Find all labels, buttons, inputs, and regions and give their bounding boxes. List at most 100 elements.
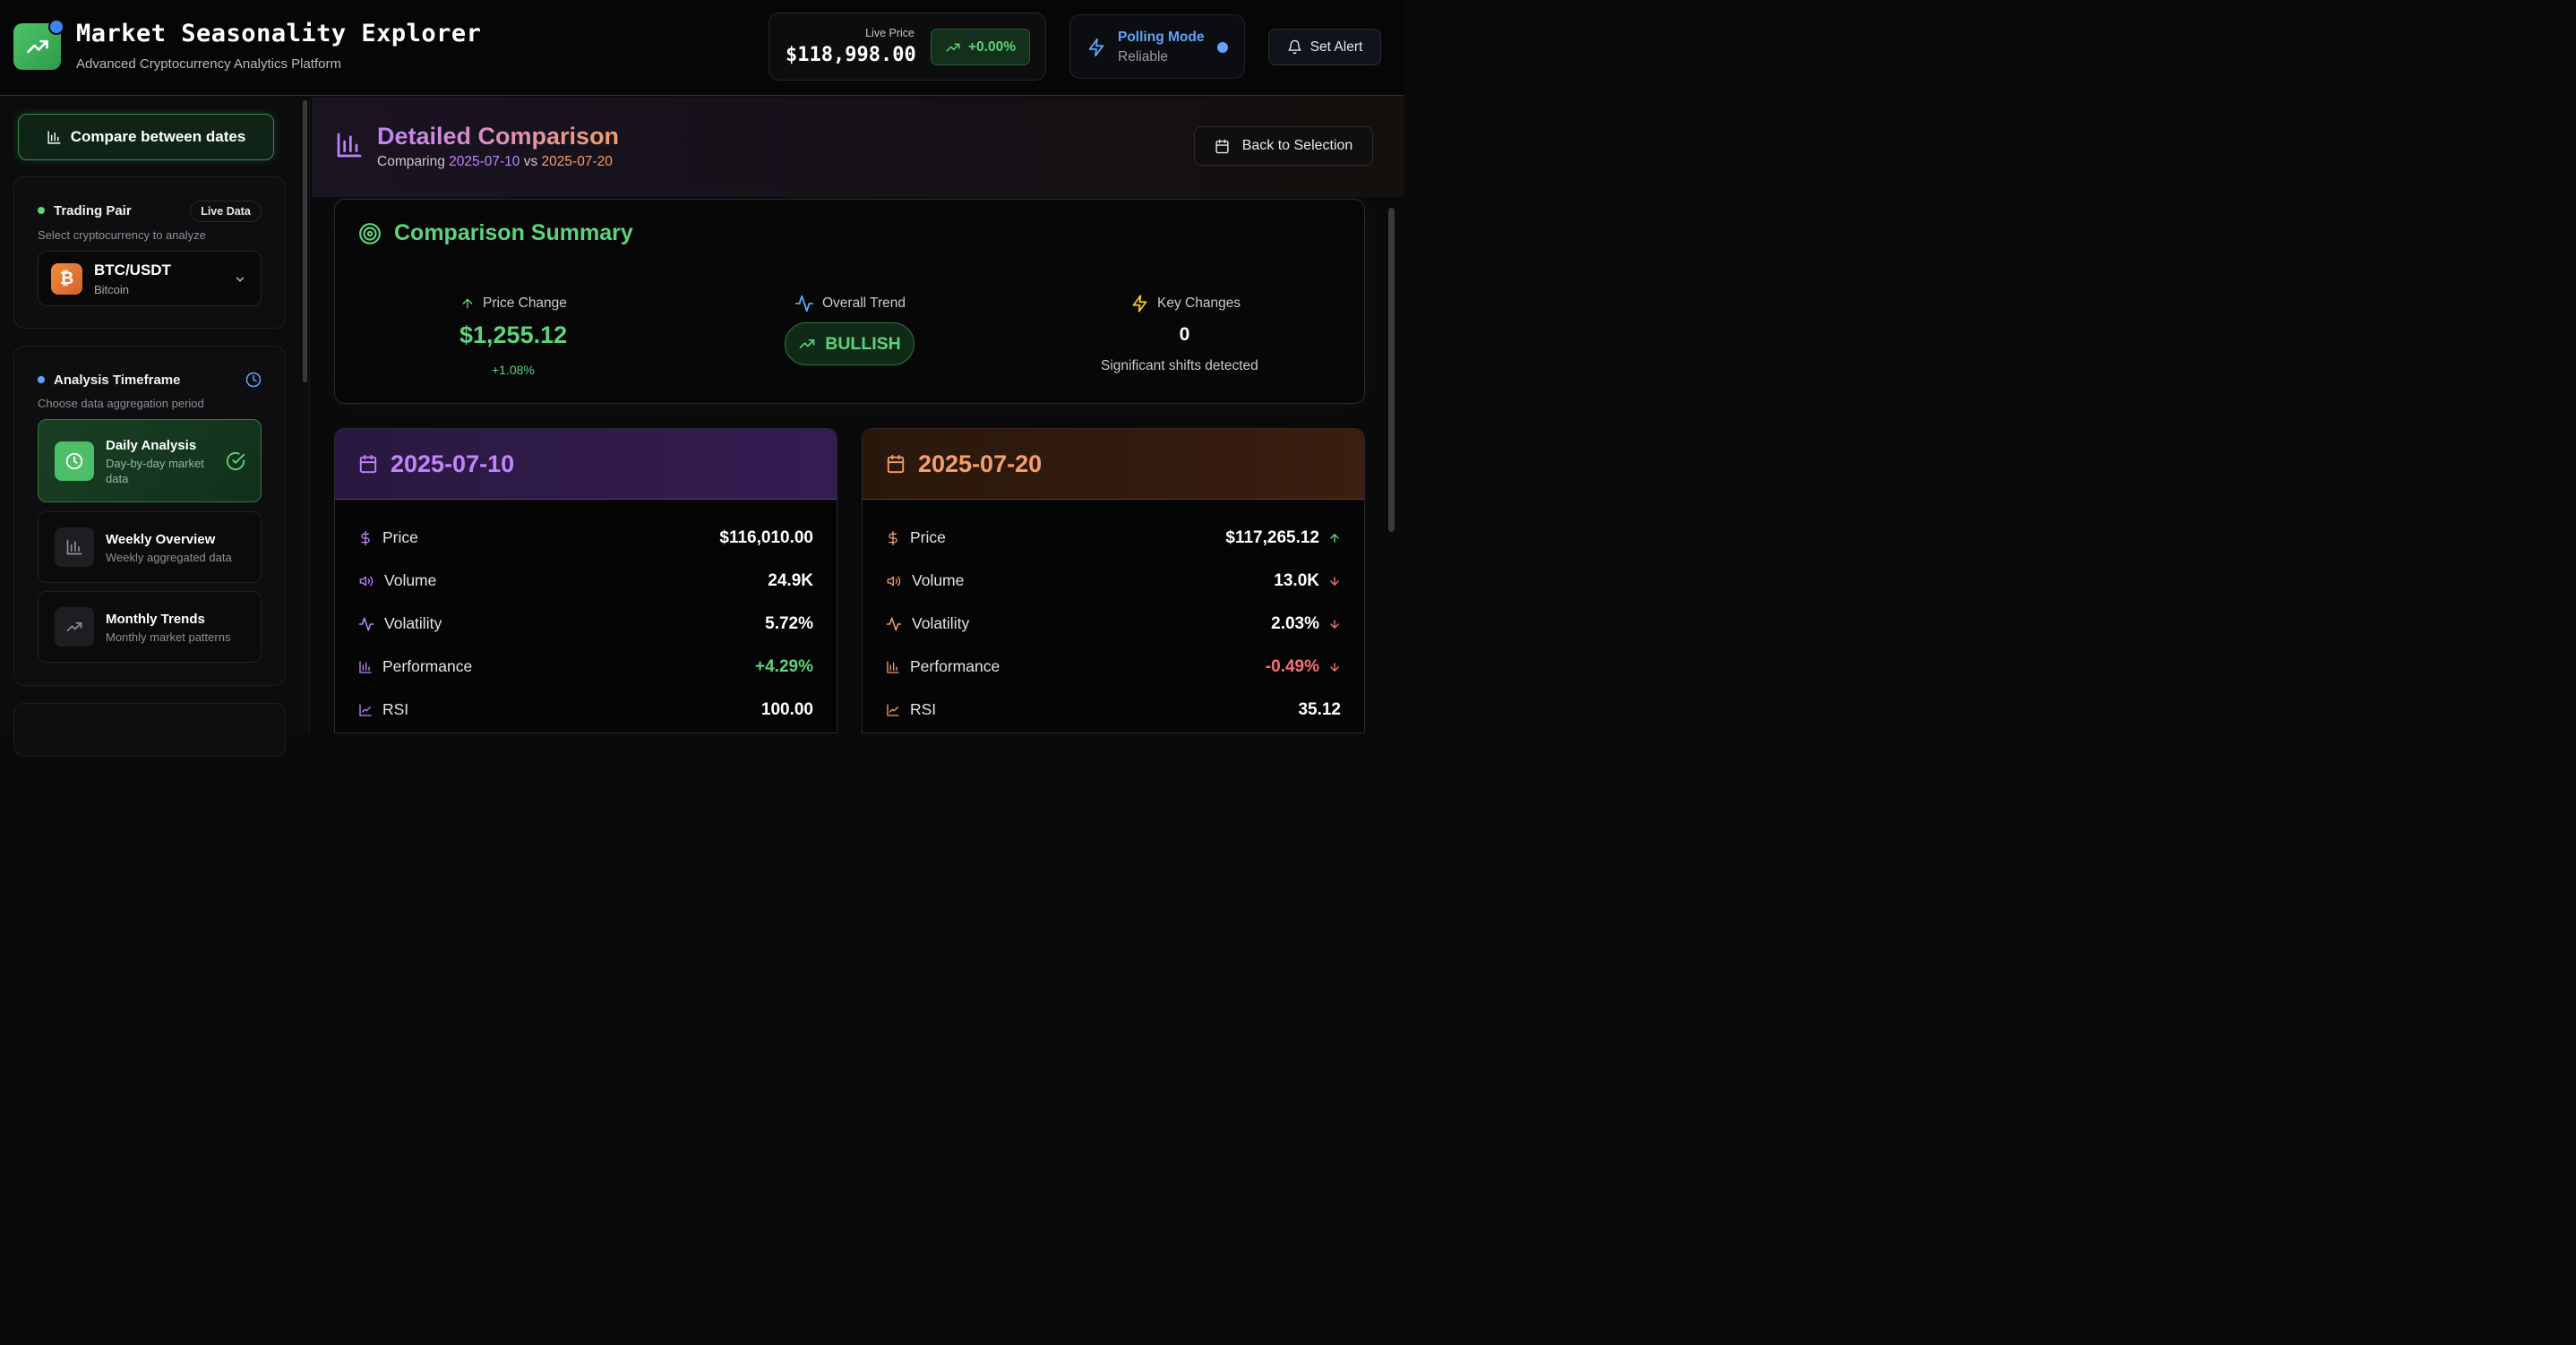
trading-pair-select[interactable]: ₿ BTC/USDT Bitcoin xyxy=(38,251,262,306)
polling-mode-status: Reliable xyxy=(1118,49,1169,64)
live-data-badge: Live Data xyxy=(190,201,262,222)
metric-value: 35.12 xyxy=(1298,700,1341,720)
metric-value: 100.00 xyxy=(761,700,813,720)
metric-value-text: $116,010.00 xyxy=(719,528,813,547)
polling-mode-title: Polling Mode xyxy=(1118,30,1205,45)
line-chart-icon xyxy=(359,703,372,716)
price-change-label: Price Change xyxy=(460,296,567,312)
metric-value-text: 5.72% xyxy=(765,614,813,633)
metric-row-volatility: Volatility 5.72% xyxy=(335,611,837,638)
live-price-label: Live Price xyxy=(865,27,914,39)
arrow-down-icon xyxy=(1330,620,1339,629)
metric-label-text: Volatility xyxy=(912,614,970,632)
check-circle-icon xyxy=(226,451,245,471)
pair-symbol: BTC/USDT xyxy=(94,261,171,278)
metric-row-volatility: Volatility 2.03% xyxy=(863,611,1364,638)
timeframe-option-monthly[interactable]: Monthly Trends Monthly market patterns xyxy=(38,591,262,663)
clock-icon xyxy=(55,441,94,481)
metric-label: Volume xyxy=(358,571,436,590)
overall-trend-label-text: Overall Trend xyxy=(822,296,906,311)
polling-mode-indicator[interactable]: Polling Mode Reliable xyxy=(1069,14,1245,79)
lightning-icon xyxy=(1132,295,1147,313)
notification-dot xyxy=(48,19,64,35)
clock-icon xyxy=(245,372,262,388)
set-alert-button[interactable]: Set Alert xyxy=(1268,29,1381,65)
metric-label: Performance xyxy=(358,657,472,676)
back-to-selection-label: Back to Selection xyxy=(1241,138,1353,153)
volume-icon xyxy=(359,576,374,586)
next-sidebar-card xyxy=(13,703,286,757)
status-dot xyxy=(38,207,45,214)
timeframe-option-desc-line: data xyxy=(106,472,129,485)
timeframe-title: Analysis Timeframe xyxy=(54,373,181,388)
live-price-value: $118,998.00 xyxy=(786,44,916,66)
key-changes-label: Key Changes xyxy=(1130,294,1241,313)
sidebar-scrollbar[interactable] xyxy=(303,100,307,382)
dollar-icon xyxy=(361,530,370,545)
metric-value: 24.9K xyxy=(768,571,813,591)
dollar-icon xyxy=(889,530,897,545)
trading-pair-title: Trading Pair xyxy=(54,203,132,218)
activity-icon xyxy=(886,617,902,630)
metric-row-volume: Volume 13.0K xyxy=(863,568,1364,595)
bar-chart-icon xyxy=(887,660,899,673)
metric-row-performance: Performance +4.29% xyxy=(335,654,837,681)
activity-icon xyxy=(794,295,814,313)
arrow-down-icon xyxy=(1330,577,1339,586)
live-price-panel: Live Price $118,998.00 +0.00% xyxy=(769,13,1046,81)
target-icon xyxy=(359,222,381,244)
metric-label: Volatility xyxy=(886,614,969,633)
metric-label: RSI xyxy=(358,700,408,719)
metric-value: $117,265.12 xyxy=(1225,528,1341,548)
timeframe-option-desc: Monthly market patterns xyxy=(106,630,231,644)
timeframe-option-title: Daily Analysis xyxy=(106,438,197,453)
bar-chart-icon xyxy=(47,130,61,144)
metric-value-text: -0.49% xyxy=(1265,657,1319,676)
polling-status-dot xyxy=(1217,42,1228,53)
price-change-badge: +0.00% xyxy=(931,29,1030,65)
status-dot xyxy=(38,376,45,383)
timeframe-option-daily[interactable]: Daily Analysis Day-by-day market data xyxy=(38,419,262,502)
metric-row-price: Price $117,265.12 xyxy=(863,525,1364,552)
date-card-date: 2025-07-20 xyxy=(918,450,1043,477)
price-change-value: +0.00% xyxy=(967,39,1016,55)
volume-icon xyxy=(887,576,901,586)
metric-label: Price xyxy=(358,528,418,547)
price-change-label-text: Price Change xyxy=(483,296,567,311)
metric-label-text: Volume xyxy=(384,571,437,589)
trending-up-icon xyxy=(55,607,94,647)
metric-value: 13.0K xyxy=(1274,571,1341,591)
metric-row-rsi: RSI 100.00 xyxy=(335,697,837,724)
compare-date-1: 2025-07-10 xyxy=(449,154,520,169)
metric-label: Performance xyxy=(886,657,1000,676)
metric-label: Price xyxy=(886,528,946,547)
bitcoin-icon: ₿ xyxy=(51,263,82,295)
trend-value: BULLISH xyxy=(825,333,901,354)
metric-value-text: 24.9K xyxy=(768,571,813,590)
price-change-percent: +1.08% xyxy=(492,363,535,377)
main-scrollbar[interactable] xyxy=(1388,208,1395,532)
back-to-selection-button[interactable]: Back to Selection xyxy=(1194,126,1373,166)
metric-label-text: RSI xyxy=(382,700,409,718)
metric-label: Volume xyxy=(886,571,964,590)
metric-value: 5.72% xyxy=(765,614,813,634)
metric-value-text: 2.03% xyxy=(1271,614,1319,633)
bar-chart-icon xyxy=(337,133,362,158)
metric-value-text: 13.0K xyxy=(1274,571,1319,590)
timeframe-description: Choose data aggregation period xyxy=(38,397,204,410)
calendar-icon xyxy=(359,454,377,474)
timeframe-option-weekly[interactable]: Weekly Overview Weekly aggregated data xyxy=(38,511,262,583)
metric-value-text: 100.00 xyxy=(760,700,813,719)
date-card-date: 2025-07-10 xyxy=(391,450,515,477)
metric-row-performance: Performance -0.49% xyxy=(863,654,1364,681)
pair-name: Bitcoin xyxy=(94,283,130,296)
compare-dates-button[interactable]: Compare between dates xyxy=(18,114,274,160)
metric-label-text: Performance xyxy=(910,657,1000,675)
page-title: Detailed Comparison xyxy=(377,123,620,150)
bar-chart-icon xyxy=(359,660,372,673)
timeframe-option-title: Monthly Trends xyxy=(106,612,205,627)
bar-chart-icon xyxy=(55,527,94,567)
activity-icon xyxy=(358,617,374,630)
summary-title: Comparison Summary xyxy=(394,220,633,245)
set-alert-label: Set Alert xyxy=(1309,39,1363,55)
